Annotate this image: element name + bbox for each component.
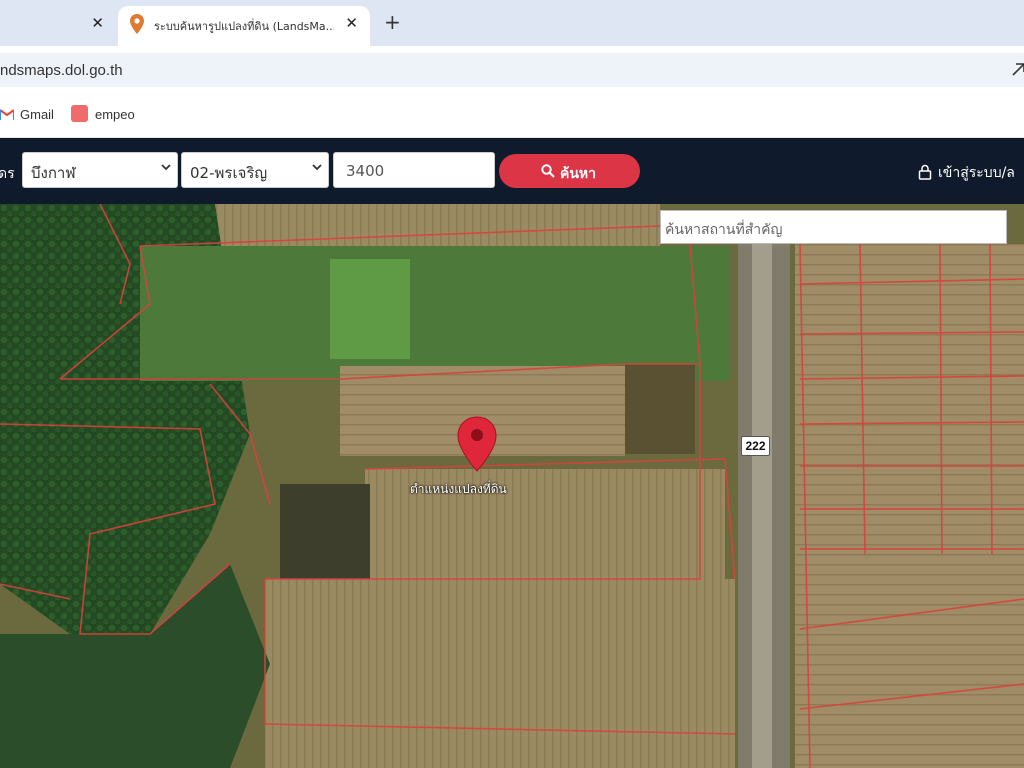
tab-title: ระบบค้นหารูปแปลงที่ดิน (LandsMa... bbox=[154, 20, 334, 33]
location-marker-icon[interactable] bbox=[456, 416, 498, 472]
marker-label: ตำแหน่งแปลงที่ดิน bbox=[410, 482, 507, 496]
empeo-icon bbox=[71, 105, 88, 122]
parcel-number-value: 3400 bbox=[346, 162, 385, 180]
chevron-down-icon bbox=[312, 164, 322, 171]
browser-tab-active[interactable]: ระบบค้นหารูปแปลงที่ดิน (LandsMa... ✕ bbox=[118, 6, 370, 46]
header-label: ดร bbox=[0, 166, 15, 182]
url-text[interactable]: ndsmaps.dol.go.th bbox=[0, 62, 123, 79]
district-select[interactable]: 02-พรเจริญ bbox=[181, 152, 329, 188]
login-label: เข้าสู่ระบบ/ล bbox=[938, 165, 1015, 181]
new-tab-icon[interactable]: + bbox=[384, 10, 401, 34]
search-button[interactable]: ค้นหา bbox=[499, 154, 640, 188]
satellite-imagery bbox=[0, 204, 1024, 768]
place-search-placeholder: ค้นหาสถานที่สำคัญ bbox=[665, 222, 783, 238]
browser-tab-previous[interactable]: ✕ bbox=[0, 8, 116, 42]
address-bar: ndsmaps.dol.go.th bbox=[0, 46, 1024, 92]
bookmark-empeo[interactable]: empeo bbox=[95, 107, 135, 122]
parcel-number-input[interactable]: 3400 bbox=[333, 152, 495, 188]
omnibox[interactable] bbox=[0, 53, 1024, 87]
search-icon bbox=[541, 164, 555, 178]
close-tab-icon[interactable]: ✕ bbox=[345, 14, 358, 32]
province-select-value: บึงกาฬ bbox=[31, 164, 76, 182]
chevron-down-icon bbox=[161, 164, 171, 171]
place-search-input[interactable]: ค้นหาสถานที่สำคัญ bbox=[660, 210, 1007, 244]
province-select[interactable]: บึงกาฬ bbox=[22, 152, 178, 188]
close-tab-icon[interactable]: ✕ bbox=[91, 14, 104, 32]
lock-icon bbox=[918, 164, 932, 180]
site-header: ดร บึงกาฬ 02-พรเจริญ 3400 ค้นหา เข้าสู่ร… bbox=[0, 138, 1024, 204]
search-button-label: ค้นหา bbox=[560, 166, 597, 182]
district-select-value: 02-พรเจริญ bbox=[190, 164, 268, 182]
satellite-map[interactable]: ค้นหาสถานที่สำคัญ ตำแหน่งแปลงที่ดิน 222 bbox=[0, 204, 1024, 768]
road-number-shield: 222 bbox=[741, 436, 770, 456]
map-pin-favicon-icon bbox=[130, 14, 144, 34]
gmail-icon bbox=[0, 109, 14, 120]
browser-tab-strip: ✕ ระบบค้นหารูปแปลงที่ดิน (LandsMa... ✕ + bbox=[0, 0, 1024, 46]
bookmarks-bar: Gmail empeo bbox=[0, 92, 1024, 138]
bookmark-gmail[interactable]: Gmail bbox=[20, 107, 54, 122]
extension-icon[interactable] bbox=[1010, 60, 1024, 78]
